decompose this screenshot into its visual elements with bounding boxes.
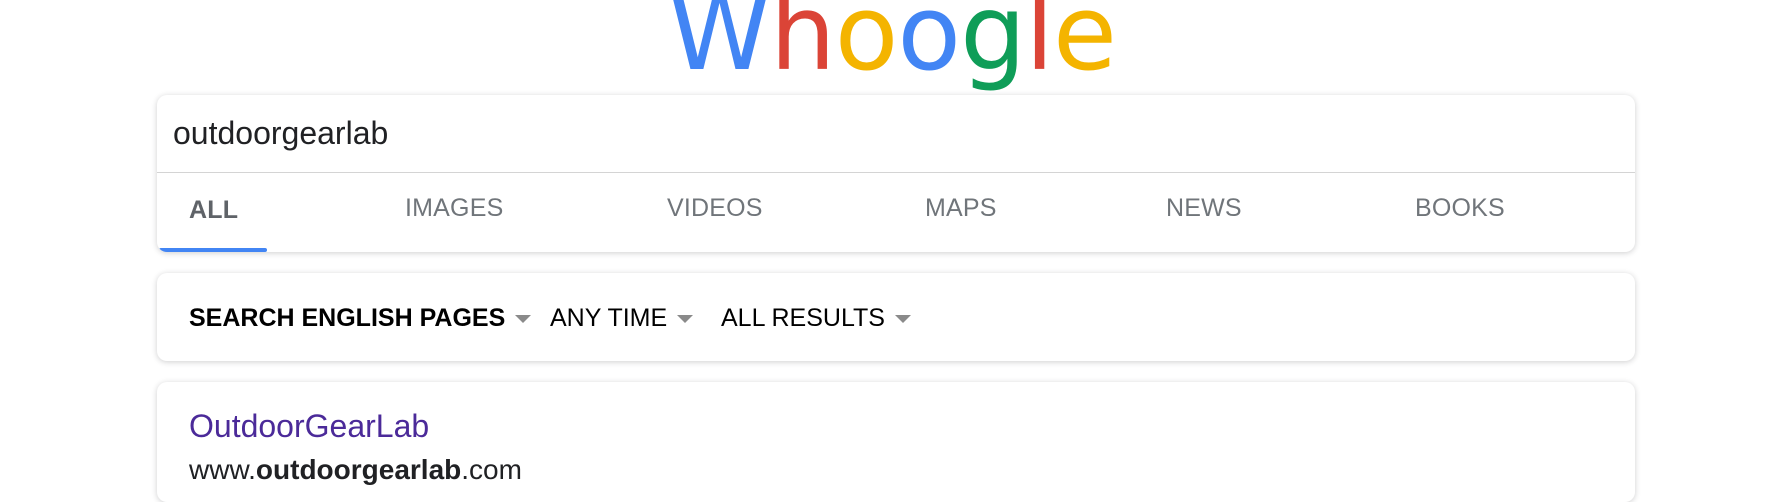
- language-filter-label: SEARCH ENGLISH PAGES: [189, 304, 506, 332]
- result-url: www.outdoorgearlab.com: [189, 454, 522, 486]
- search-card: ALL IMAGES VIDEOS MAPS NEWS BOOKS: [157, 95, 1635, 252]
- search-result-card: OutdoorGearLab www.outdoorgearlab.com: [157, 382, 1635, 502]
- result-title-link[interactable]: OutdoorGearLab: [189, 408, 429, 445]
- active-tab-indicator: [159, 248, 267, 252]
- time-filter-label: ANY TIME: [550, 304, 668, 332]
- logo-letter: e: [1052, 0, 1117, 94]
- logo-letter: l: [1025, 0, 1054, 94]
- tab-maps[interactable]: MAPS: [925, 194, 997, 223]
- filter-card: SEARCH ENGLISH PAGES ANY TIME ALL RESULT…: [157, 273, 1635, 361]
- tab-news[interactable]: NEWS: [1166, 194, 1242, 223]
- tab-images[interactable]: IMAGES: [405, 194, 503, 223]
- results-filter-dropdown[interactable]: ALL RESULTS: [721, 304, 911, 333]
- tab-books[interactable]: BOOKS: [1415, 194, 1505, 223]
- tab-all[interactable]: ALL: [189, 196, 238, 225]
- whoogle-logo: Whoogle: [0, 0, 1784, 88]
- caret-down-icon: [515, 314, 532, 323]
- logo-letter: W: [668, 0, 771, 94]
- time-filter-dropdown[interactable]: ANY TIME: [550, 304, 694, 333]
- logo-letter: h: [769, 0, 836, 94]
- results-filter-label: ALL RESULTS: [721, 304, 885, 332]
- logo-letter: o: [834, 0, 899, 94]
- logo-letter: g: [960, 0, 1026, 94]
- tab-videos[interactable]: VIDEOS: [667, 194, 763, 223]
- search-tabs: ALL IMAGES VIDEOS MAPS NEWS BOOKS: [157, 173, 1635, 252]
- caret-down-icon: [677, 314, 694, 323]
- result-url-domain: outdoorgearlab: [255, 454, 462, 485]
- result-url-suffix: .com: [461, 454, 522, 485]
- caret-down-icon: [894, 314, 911, 323]
- search-input[interactable]: [157, 95, 1635, 173]
- logo-letter: o: [897, 0, 961, 94]
- language-filter-dropdown[interactable]: SEARCH ENGLISH PAGES: [189, 304, 532, 333]
- result-url-prefix: www.: [189, 454, 256, 485]
